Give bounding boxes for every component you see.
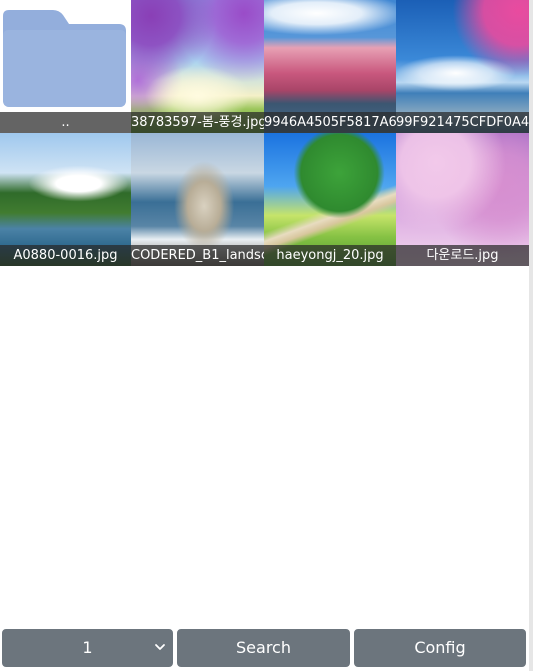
image-tile[interactable]: 다운로드.jpg	[396, 133, 529, 266]
tile-label: 38783597-봄-풍경.jpg	[131, 112, 264, 133]
tile-label: haeyongj_20.jpg	[264, 245, 396, 266]
image-tile[interactable]: haeyongj_20.jpg	[264, 133, 396, 266]
image-tile[interactable]: CODERED_B1_landscape	[131, 133, 264, 266]
folder-icon	[3, 10, 126, 107]
tile-label: 다운로드.jpg	[396, 245, 529, 266]
image-tile[interactable]: 99F921475CFDF0A42A	[396, 0, 529, 133]
tile-label: CODERED_B1_landscape	[131, 245, 264, 266]
tile-label: ..	[0, 112, 131, 133]
page-select-value: 1	[82, 638, 93, 657]
thumbnail-grid: .. 38783597-봄-풍경.jpg 9946A4505F5817A60A …	[0, 0, 529, 266]
search-button[interactable]: Search	[177, 629, 350, 667]
chevron-down-icon	[155, 644, 165, 650]
folder-parent-tile[interactable]: ..	[0, 0, 131, 133]
tile-label: 9946A4505F5817A60A	[264, 112, 396, 133]
tile-label: 99F921475CFDF0A42A	[396, 112, 529, 133]
bottom-toolbar: 1 Search Config	[2, 629, 526, 667]
image-tile[interactable]: A0880-0016.jpg	[0, 133, 131, 266]
image-tile[interactable]: 38783597-봄-풍경.jpg	[131, 0, 264, 133]
tile-label: A0880-0016.jpg	[0, 245, 131, 266]
image-tile[interactable]: 9946A4505F5817A60A	[264, 0, 396, 133]
page-select[interactable]: 1	[2, 629, 173, 667]
vertical-scrollbar[interactable]	[529, 0, 533, 671]
config-button[interactable]: Config	[354, 629, 526, 667]
file-browser: .. 38783597-봄-풍경.jpg 9946A4505F5817A60A …	[0, 0, 533, 671]
